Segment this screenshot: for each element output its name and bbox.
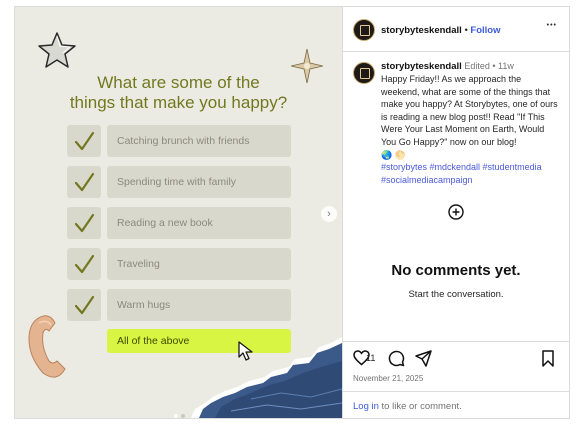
caption-text: Happy Friday!! As we approach the weeken…	[381, 74, 558, 147]
more-options-icon[interactable]: •••	[547, 22, 557, 29]
hashtag-line[interactable]: #socialmediacampaign	[381, 174, 561, 187]
edited-label: Edited	[464, 61, 490, 71]
option-label: Traveling	[107, 248, 291, 280]
checkbox	[67, 125, 101, 157]
carousel-dot	[174, 414, 178, 418]
checkbox	[67, 166, 101, 198]
footer-divider	[343, 391, 569, 392]
header-divider	[343, 51, 569, 52]
separator-dot: •	[492, 61, 496, 71]
login-prompt: Log in to like or comment.	[353, 401, 462, 412]
caption-emoji: 🌏 🌕	[381, 149, 406, 160]
star-outline-decoration	[38, 32, 76, 68]
actions-divider	[343, 341, 569, 342]
post-header: storybyteskendall • Follow	[381, 25, 500, 36]
option-label: Catching brunch with friends	[107, 125, 291, 157]
checkmark-icon	[74, 254, 95, 274]
post-date: November 21, 2025	[353, 374, 424, 383]
login-suffix: to like or comment.	[378, 401, 462, 412]
like-count[interactable]: 11	[366, 353, 375, 363]
checkmark-icon	[74, 131, 95, 151]
post-age[interactable]: 11w	[498, 61, 514, 71]
checkmark-icon	[74, 172, 95, 192]
post-dialog: What are some of the things that make yo…	[14, 6, 570, 419]
caption-header: storybyteskendall Edited • 11w	[381, 61, 514, 72]
post-headline: What are some of the things that make yo…	[15, 73, 342, 113]
carousel-dot	[181, 414, 185, 418]
post-sidebar: storybyteskendall • Follow ••• storybyte…	[342, 7, 569, 418]
login-link[interactable]: Log in	[353, 401, 379, 412]
caption-body: Happy Friday!! As we approach the weeken…	[381, 73, 561, 186]
avatar[interactable]	[353, 19, 375, 41]
add-comment-icon[interactable]	[448, 204, 464, 220]
option-label: Reading a new book	[107, 207, 291, 239]
headline-line-2: things that make you happy?	[69, 93, 288, 112]
empty-comments-title: No comments yet.	[391, 262, 521, 279]
action-bar	[353, 350, 563, 368]
option-label: Warm hugs	[107, 289, 291, 321]
telephone-handset-decoration	[28, 315, 66, 378]
checkbox	[67, 248, 101, 280]
post-image: What are some of the things that make yo…	[15, 7, 342, 418]
checkmark-icon	[74, 213, 95, 233]
avatar[interactable]	[353, 62, 375, 84]
carousel-next-button[interactable]: ›	[321, 206, 337, 222]
carousel-indicator	[174, 405, 188, 418]
share-icon[interactable]	[415, 350, 432, 367]
checkbox	[67, 207, 101, 239]
bookmark-icon[interactable]	[541, 350, 555, 367]
caption-username-link[interactable]: storybyteskendall	[381, 61, 462, 72]
follow-button[interactable]: Follow	[470, 25, 500, 36]
option-label: Spending time with family	[107, 166, 291, 198]
comment-icon[interactable]	[388, 350, 405, 367]
headline-line-1: What are some of the	[97, 73, 260, 92]
empty-comments-subtitle: Start the conversation.	[408, 289, 504, 300]
separator-dot: •	[464, 25, 468, 36]
username-link[interactable]: storybyteskendall	[381, 25, 462, 36]
torn-paper-decoration	[191, 337, 342, 418]
hashtag-line[interactable]: #storybytes #mdckendall #studentmedia	[381, 161, 561, 174]
